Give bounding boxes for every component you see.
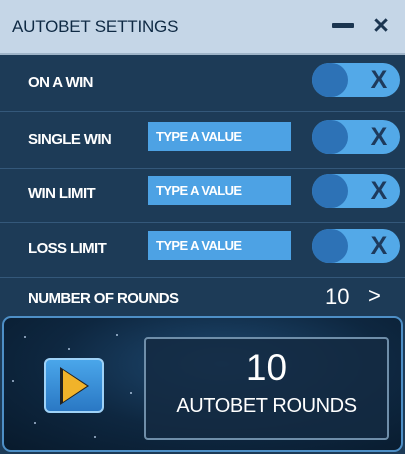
toggle-off-icon: X <box>370 177 388 205</box>
loss-limit-toggle[interactable]: X <box>312 229 400 263</box>
star-decoration <box>94 436 96 438</box>
toggle-off-icon: X <box>370 232 388 260</box>
loss-limit-label: LOSS LIMIT <box>28 240 107 257</box>
close-icon[interactable]: × <box>366 9 396 41</box>
panel-title: AUTOBET SETTINGS <box>12 17 179 36</box>
single-win-toggle[interactable]: X <box>312 120 400 154</box>
star-decoration <box>24 336 26 338</box>
panel-header: AUTOBET SETTINGS × <box>0 0 405 55</box>
on-a-win-label: ON A WIN <box>28 74 94 91</box>
setting-row-on-a-win: ON A WIN X <box>0 55 405 112</box>
autobet-rounds-count: 10 <box>245 347 288 388</box>
single-win-input[interactable] <box>148 122 291 151</box>
toggle-knob <box>312 120 348 154</box>
star-decoration <box>12 380 14 382</box>
toggle-knob <box>312 229 348 263</box>
on-a-win-toggle[interactable]: X <box>312 63 400 97</box>
star-decoration <box>68 348 70 350</box>
star-decoration <box>130 392 132 394</box>
autobet-rounds-button[interactable]: 10 AUTOBET ROUNDS <box>144 337 389 440</box>
toggle-knob <box>312 174 348 208</box>
autobet-settings-panel: AUTOBET SETTINGS × ON A WIN X SINGLE WIN… <box>0 0 405 454</box>
minimize-icon[interactable] <box>332 23 354 28</box>
toggle-off-icon: X <box>370 123 388 151</box>
setting-row-win-limit: WIN LIMIT X <box>0 166 405 223</box>
loss-limit-input[interactable] <box>148 231 291 260</box>
setting-row-single-win: SINGLE WIN X <box>0 112 405 169</box>
autobet-rounds-label: AUTOBET ROUNDS <box>176 395 357 417</box>
star-decoration <box>116 334 118 336</box>
number-of-rounds-label: NUMBER OF ROUNDS <box>28 290 179 307</box>
toggle-knob <box>312 63 348 97</box>
toggle-off-icon: X <box>370 66 388 94</box>
number-of-rounds-row[interactable]: NUMBER OF ROUNDS 10 > <box>0 276 405 316</box>
chevron-right-icon[interactable]: > <box>368 283 381 309</box>
play-icon <box>63 370 87 402</box>
play-button[interactable] <box>44 358 104 413</box>
setting-row-loss-limit: LOSS LIMIT X <box>0 221 405 278</box>
win-limit-toggle[interactable]: X <box>312 174 400 208</box>
star-decoration <box>34 422 36 424</box>
autobet-play-area: 10 AUTOBET ROUNDS <box>2 316 403 452</box>
win-limit-label: WIN LIMIT <box>28 185 96 202</box>
single-win-label: SINGLE WIN <box>28 131 112 148</box>
number-of-rounds-value: 10 <box>325 284 350 309</box>
win-limit-input[interactable] <box>148 176 291 205</box>
